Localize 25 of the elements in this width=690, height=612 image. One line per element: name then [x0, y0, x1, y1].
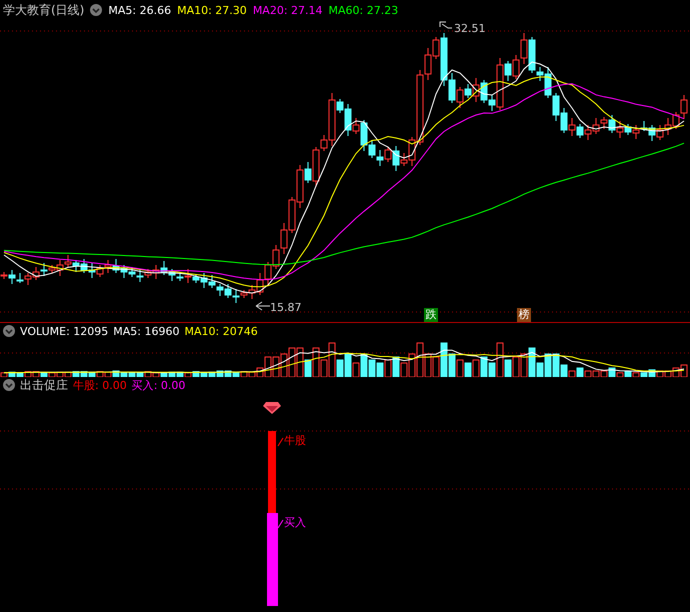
leader-line — [256, 302, 270, 310]
leader-line — [278, 520, 284, 528]
ma-legend-value: MA20: 27.14 — [252, 4, 323, 16]
volume-legend-value: MA5: 16960 — [113, 324, 180, 338]
signal-badge: 榜 — [517, 308, 531, 322]
chevron-down-icon[interactable] — [3, 325, 15, 337]
chevron-down-icon[interactable] — [90, 4, 102, 16]
ma-legend-value: MA60: 27.23 — [328, 4, 398, 16]
stock-title: 学大教育(日线) — [3, 2, 84, 18]
bar-label: 牛股 — [284, 434, 306, 447]
bar-label: 买入 — [284, 516, 306, 529]
ma-legend-value: MA10: 27.30 — [177, 4, 247, 16]
indicator-legend-value: 买入: 0.00 — [132, 378, 186, 392]
volume-legend-value: MA10: 20746 — [184, 324, 258, 338]
chevron-down-icon[interactable] — [3, 379, 15, 391]
low-price-label: 15.87 — [270, 301, 302, 314]
diamond-icon — [263, 402, 281, 414]
high-price-label: 32.51 — [454, 22, 486, 35]
volume-legend-value: VOLUME: 12095 — [20, 324, 108, 338]
signal-badge: 跌 — [424, 308, 438, 322]
indicator-legend-value: 牛股: 0.00 — [73, 378, 127, 392]
ma-legend-value: MA5: 26.66 — [108, 4, 172, 16]
leader-line — [440, 22, 452, 28]
leader-line — [278, 438, 284, 446]
indicator-title: 出击促庄 — [20, 376, 68, 394]
